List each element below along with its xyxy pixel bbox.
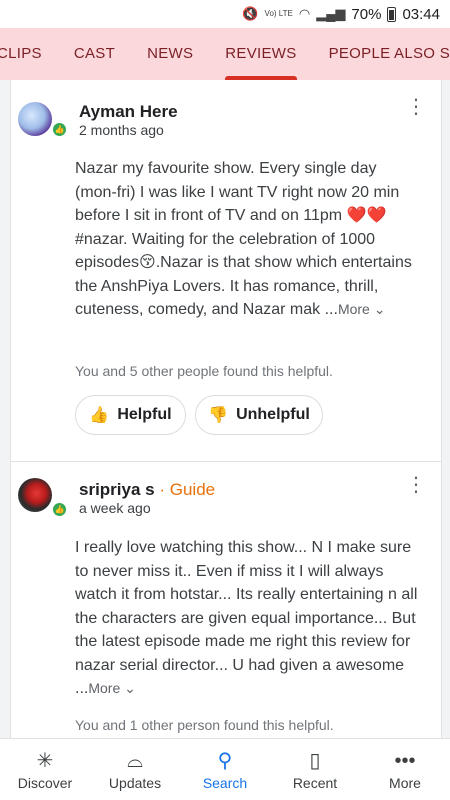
chevron-down-icon: ⌄	[124, 680, 136, 696]
more-dots-icon: •••	[394, 749, 416, 772]
nav-updates[interactable]: ⌓ Updates	[90, 739, 180, 800]
status-bar: 🔇 Vo) LTE ◠ ▂▄▆ 70% 03:44	[0, 0, 450, 28]
unhelpful-button[interactable]: 👎 Unhelpful	[195, 395, 323, 435]
review-text: Nazar my favourite show. Every single da…	[75, 160, 412, 318]
tab-people-also-search[interactable]: PEOPLE ALSO SEARCH F	[313, 28, 450, 80]
helpful-count: You and 5 other people found this helpfu…	[75, 363, 333, 379]
mute-icon: 🔇	[242, 6, 259, 21]
tab-news[interactable]: NEWS	[131, 28, 209, 80]
guide-badge: Guide	[169, 480, 216, 499]
avatar[interactable]	[18, 478, 52, 512]
battery-percent: 70%	[351, 5, 382, 23]
nav-recent[interactable]: ▯ Recent	[270, 739, 360, 800]
nav-discover[interactable]: ✳ Discover	[0, 739, 90, 800]
nav-more[interactable]: ••• More	[360, 739, 450, 800]
helpful-count: You and 1 other person found this helpfu…	[75, 717, 334, 733]
signal-icon: ▂▄▆	[316, 6, 346, 21]
tab-bar: CLIPS CAST NEWS REVIEWS PEOPLE ALSO SEAR…	[0, 28, 450, 80]
recent-icon: ▯	[309, 749, 321, 772]
review-author[interactable]: Ayman Here	[79, 102, 178, 122]
review-time: a week ago	[79, 500, 151, 516]
asterisk-icon: ✳	[36, 749, 54, 772]
battery-icon	[387, 6, 397, 22]
wifi-icon: ◠	[298, 6, 311, 21]
overflow-menu-icon[interactable]: ⋮	[406, 97, 426, 117]
thumb-down-icon: 👎	[208, 407, 229, 424]
tab-cast[interactable]: CAST	[58, 28, 131, 80]
network-label: Vo) LTE	[264, 9, 293, 18]
nav-search[interactable]: ⚲ Search	[180, 739, 270, 800]
avatar[interactable]	[18, 102, 52, 136]
reviews-list[interactable]: 👍 Ayman Here 2 months ago ⋮ Nazar my fav…	[0, 80, 450, 738]
clock: 03:44	[402, 5, 440, 23]
updates-icon: ⌓	[127, 749, 143, 772]
review-text: I really love watching this show... N I …	[75, 539, 418, 697]
overflow-menu-icon[interactable]: ⋮	[406, 475, 426, 495]
thumb-up-badge-icon: 👍	[52, 122, 67, 137]
thumb-up-icon: 👍	[89, 407, 110, 424]
separator: ·	[159, 480, 166, 499]
search-icon: ⚲	[217, 749, 233, 772]
bottom-navigation: ✳ Discover ⌓ Updates ⚲ Search ▯ Recent •…	[0, 738, 450, 800]
review-author[interactable]: sripriya s · Guide	[79, 480, 215, 500]
review-time: 2 months ago	[79, 122, 164, 138]
helpful-button[interactable]: 👍 Helpful	[75, 395, 186, 435]
more-link[interactable]: More ⌄	[88, 680, 136, 696]
more-link[interactable]: More ⌄	[338, 301, 386, 317]
thumb-up-badge-icon: 👍	[52, 502, 67, 517]
tab-clips[interactable]: CLIPS	[0, 28, 58, 80]
tab-reviews[interactable]: REVIEWS	[209, 28, 312, 80]
chevron-down-icon: ⌄	[373, 301, 386, 317]
